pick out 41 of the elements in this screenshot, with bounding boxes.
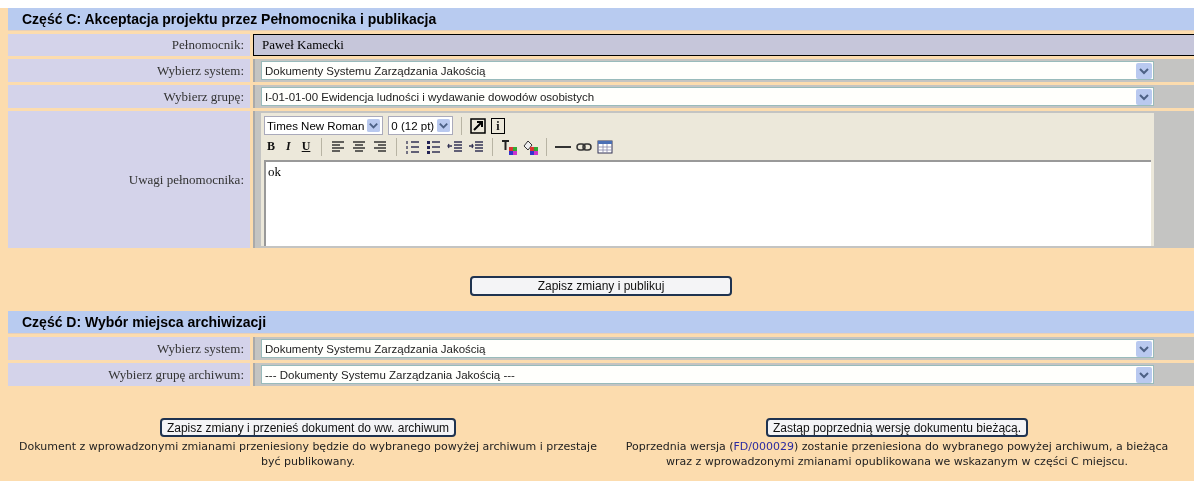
font-select[interactable]: Times New Roman [264,116,384,135]
format-button[interactable]: U [298,139,314,154]
section-header: Część D: Wybór miejsca archiwizacji [8,311,1194,334]
select-field[interactable]: Dokumenty Systemu Zarządzania Jakością [261,339,1154,358]
proxy-value: Paweł Kamecki [253,34,1194,56]
format-button[interactable]: B [264,139,278,154]
info-button[interactable]: i [491,117,505,134]
description-text: Dokument z wprowadzonymi zmianami przeniesiony będzie do wybranego powyżej archiwum i przestaje być publikowany. [18,439,598,469]
align-center-icon[interactable] [351,138,368,155]
field-label: Pełnomocnik: [8,34,250,56]
fill-color-icon[interactable] [522,138,539,155]
outdent-icon[interactable] [447,138,464,155]
field-label: Wybierz system: [8,59,250,82]
publish-button[interactable]: Zapisz zmiany i publikuj [470,276,732,296]
bullet-list-icon[interactable] [426,138,443,155]
dropdown-arrow-icon [437,119,451,132]
field-label: Uwagi pełnomocnika: [8,111,250,248]
horizontal-rule-icon[interactable] [555,144,572,149]
table-icon[interactable] [597,138,614,155]
indent-icon[interactable] [468,138,485,155]
document-link[interactable]: FD/000029 [733,440,795,453]
description-text: Poprzednia wersja (FD/000029) zostanie przeniesiona do wybranego powyżej archiwum, a bieżąca wraz z wprowadzonymi zmianami opublikowana we wskazanym w części C miejscu. [624,439,1170,469]
link-icon[interactable] [576,142,593,151]
action-button[interactable]: Zastąp poprzednią wersję dokumentu bieżącą. [765,418,1029,437]
field-label: Wybierz grupę: [8,85,250,108]
text-color-icon[interactable] [501,138,518,155]
remarks-text-area[interactable]: ok [264,160,1151,246]
field-label: Wybierz system: [8,337,250,360]
dropdown-arrow-icon [367,119,381,132]
select-field[interactable]: Dokumenty Systemu Zarządzania Jakością [261,61,1154,80]
field-label: Wybierz grupę archiwum: [8,363,250,386]
select-field[interactable]: --- Dokumenty Systemu Zarządzania Jakością --- [261,365,1154,384]
numbered-list-icon[interactable] [405,138,422,155]
fullscreen-icon[interactable] [470,117,487,134]
select-field[interactable]: I-01-01-00 Ewidencja ludności i wydawanie dowodów osobistych [261,87,1154,106]
align-left-icon[interactable] [330,138,347,155]
format-button[interactable]: I [283,139,294,154]
size-select[interactable]: 0 (12 pt) [388,116,454,135]
action-button[interactable]: Zapisz zmiany i przenieś dokument do ww. archiwum [159,418,457,437]
align-right-icon[interactable] [372,138,389,155]
section-header: Część C: Akceptacja projektu przez Pełnomocnika i publikacja [8,8,1194,31]
